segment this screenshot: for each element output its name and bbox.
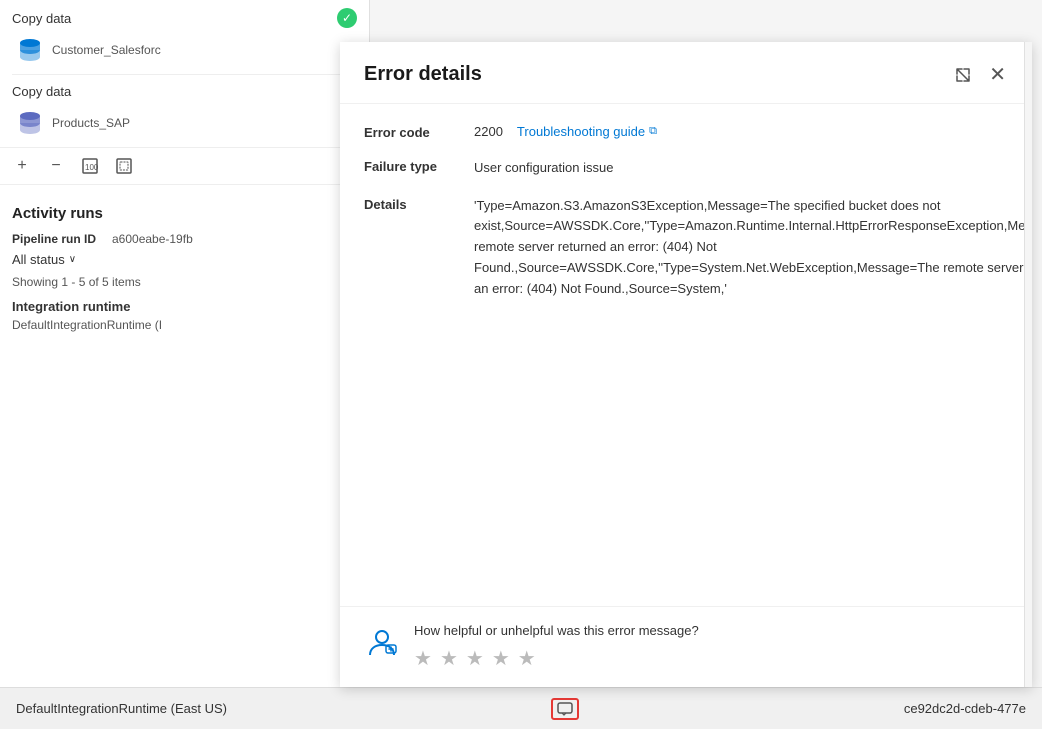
integration-runtime-section-label: Integration runtime: [12, 299, 357, 314]
expand-button[interactable]: [951, 63, 975, 87]
success-check-icon: ✓: [337, 8, 357, 28]
pipeline-canvas: Copy data ✓ Customer_Salesforc Copy data: [0, 0, 370, 729]
star-3[interactable]: ★: [466, 646, 484, 671]
products-sap-label: Products_SAP: [52, 116, 130, 130]
status-bar: DefaultIntegrationRuntime (East US) ce92…: [0, 687, 1042, 729]
svg-text:100: 100: [85, 163, 99, 172]
status-bar-run-id: ce92dc2d-cdeb-477e: [904, 701, 1026, 716]
error-code-number: 2200: [474, 124, 503, 139]
all-status-label: All status: [12, 252, 65, 267]
error-panel-header: Error details ✕: [340, 42, 1032, 104]
frame-button[interactable]: [112, 154, 136, 178]
activity-runs-title: Activity runs: [12, 205, 357, 222]
items-count-label: Showing 1 - 5 of 5 items: [12, 275, 357, 289]
star-rating[interactable]: ★ ★ ★ ★ ★: [414, 646, 699, 671]
scrollbar[interactable]: [1024, 42, 1032, 687]
db-icon-1: [16, 36, 44, 64]
external-link-icon: ⧉: [649, 125, 657, 138]
details-value: 'Type=Amazon.S3.AmazonS3Exception,Messag…: [474, 196, 1032, 300]
pipeline-run-id-label: Pipeline run ID: [12, 232, 112, 246]
copy-data-1-label: Copy data: [12, 11, 71, 26]
chat-button[interactable]: [551, 698, 579, 720]
status-filter-row[interactable]: All status ∨: [12, 252, 357, 267]
db-icon-2: [16, 109, 44, 137]
troubleshooting-guide-label: Troubleshooting guide: [517, 124, 645, 139]
feedback-user-icon: [364, 625, 400, 668]
error-code-label: Error code: [364, 124, 474, 140]
error-code-value-area: 2200 Troubleshooting guide ⧉: [474, 124, 657, 139]
runtime-value-1: DefaultIntegrationRuntime (I: [12, 318, 357, 332]
details-label: Details: [364, 196, 474, 212]
header-actions: ✕: [951, 60, 1008, 89]
feedback-content: How helpful or unhelpful was this error …: [414, 623, 699, 671]
zoom-in-button[interactable]: +: [10, 154, 34, 178]
canvas-toolbar: + − 100: [0, 147, 369, 185]
customer-salesforce-label: Customer_Salesforc: [52, 43, 161, 57]
troubleshooting-guide-link[interactable]: Troubleshooting guide ⧉: [517, 124, 657, 139]
zoom-out-button[interactable]: −: [44, 154, 68, 178]
close-button[interactable]: ✕: [987, 60, 1008, 89]
pipeline-run-id-value: a600eabe-19fb: [112, 232, 193, 246]
details-row: Details 'Type=Amazon.S3.AmazonS3Exceptio…: [364, 196, 1008, 300]
failure-type-value: User configuration issue: [474, 158, 1008, 178]
status-bar-runtime-label: DefaultIntegrationRuntime (East US): [16, 701, 227, 716]
copy-data-2-label: Copy data: [12, 84, 71, 99]
error-code-row: Error code 2200 Troubleshooting guide ⧉: [364, 124, 1008, 140]
feedback-question: How helpful or unhelpful was this error …: [414, 623, 699, 638]
star-4[interactable]: ★: [492, 646, 510, 671]
error-panel-title: Error details: [364, 63, 482, 86]
fit-view-button[interactable]: 100: [78, 154, 102, 178]
error-details-panel: Error details ✕ Error code 2200 Troubles…: [340, 42, 1032, 687]
star-1[interactable]: ★: [414, 646, 432, 671]
failure-type-row: Failure type User configuration issue: [364, 158, 1008, 178]
activity-runs-section: Activity runs Pipeline run ID a600eabe-1…: [0, 193, 369, 350]
star-5[interactable]: ★: [518, 646, 536, 671]
star-2[interactable]: ★: [440, 646, 458, 671]
feedback-section: How helpful or unhelpful was this error …: [340, 606, 1032, 687]
failure-type-label: Failure type: [364, 158, 474, 174]
status-chevron-icon: ∨: [69, 254, 76, 265]
error-panel-body: Error code 2200 Troubleshooting guide ⧉ …: [340, 104, 1032, 606]
status-bar-center: [237, 698, 894, 720]
